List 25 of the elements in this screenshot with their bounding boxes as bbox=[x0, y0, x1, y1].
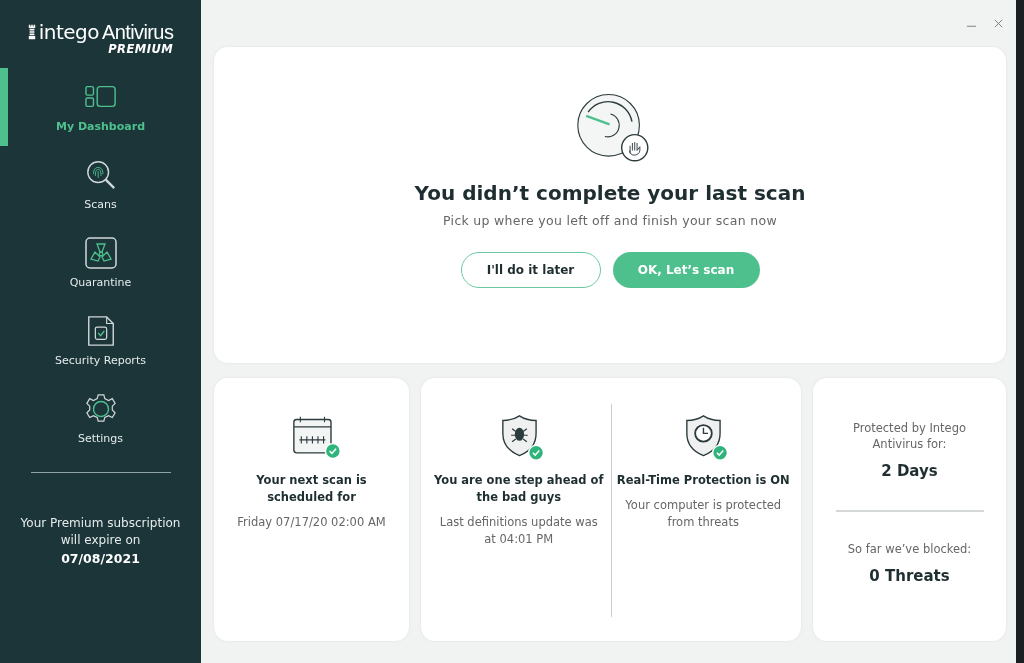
close-icon[interactable] bbox=[993, 18, 1004, 29]
stat-label: Protected by Intego Antivirus for: bbox=[851, 420, 968, 452]
status-title: You are one step ahead of the bad guys bbox=[433, 472, 605, 506]
subscription-notice: Your Premium subscription will expire on bbox=[19, 515, 182, 549]
nav-item[interactable]: Settings bbox=[0, 380, 201, 458]
stat-value: 2 Days bbox=[881, 462, 938, 480]
alert-subtitle: Pick up where you left off and finish your scan now bbox=[443, 213, 777, 228]
stat-value: 0 Threats bbox=[869, 567, 950, 585]
status-detail: Last definitions update was at 04:01 PM bbox=[438, 514, 599, 548]
fingerprint-search-icon bbox=[84, 159, 117, 191]
status-title: Real-Time Protection is ON bbox=[616, 472, 790, 489]
settings-icon bbox=[84, 393, 117, 425]
expiry-date: 07/08/2021 bbox=[61, 551, 140, 566]
app-logo: integoAntivirus PREMIUM bbox=[27, 20, 174, 56]
nav-item[interactable]: Scans bbox=[0, 146, 201, 224]
alert-title: You didn’t complete your last scan bbox=[414, 181, 806, 205]
tower-icon bbox=[27, 23, 36, 41]
status-detail: Your computer is protected from threats bbox=[624, 497, 783, 531]
nav-item[interactable]: Quarantine bbox=[0, 224, 201, 302]
status-detail: Friday 07/17/20 02:00 AM bbox=[236, 514, 387, 531]
radiation-icon bbox=[84, 237, 117, 269]
stat-label: So far we’ve blocked: bbox=[846, 541, 973, 557]
nav-item[interactable]: Security Reports bbox=[0, 302, 201, 380]
status-title: Your next scan is scheduled for bbox=[255, 472, 368, 506]
later-button[interactable]: I'll do it later bbox=[460, 252, 601, 288]
